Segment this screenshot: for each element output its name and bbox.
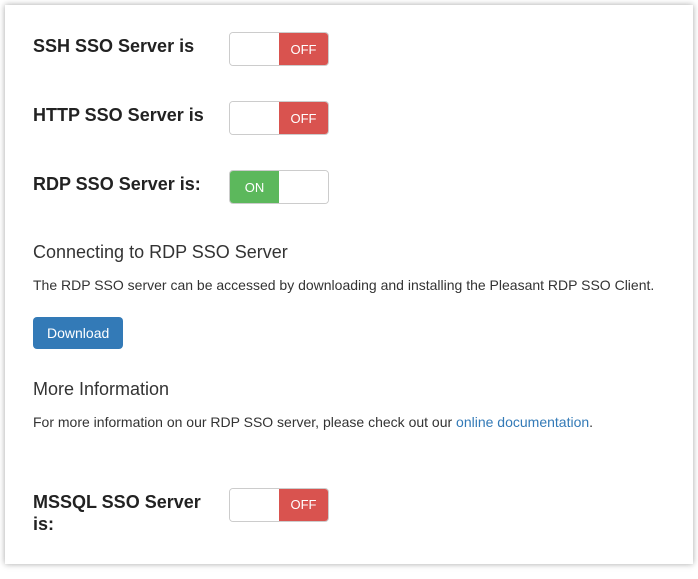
- ssh-sso-toggle[interactable]: OFF: [229, 32, 329, 66]
- rdp-sso-row: RDP SSO Server is: ON: [33, 173, 665, 204]
- toggle-blank: [279, 171, 328, 203]
- ssh-sso-label: SSH SSO Server is: [33, 35, 229, 58]
- rdp-more-title: More Information: [33, 379, 665, 400]
- toggle-blank: [230, 102, 279, 134]
- rdp-more-prefix: For more information on our RDP SSO serv…: [33, 414, 456, 430]
- sso-settings-panel: SSH SSO Server is OFF HTTP SSO Server is…: [5, 5, 693, 564]
- rdp-sso-toggle[interactable]: ON: [229, 170, 329, 204]
- rdp-connect-text: The RDP SSO server can be accessed by do…: [33, 275, 665, 295]
- toggle-on-label: ON: [230, 171, 279, 203]
- mssql-sso-row: MSSQL SSO Server is: OFF: [33, 491, 665, 536]
- toggle-off-label: OFF: [279, 489, 328, 521]
- http-sso-label: HTTP SSO Server is: [33, 104, 229, 127]
- ssh-sso-row: SSH SSO Server is OFF: [33, 35, 665, 66]
- spacer: [33, 455, 665, 491]
- mssql-sso-label: MSSQL SSO Server is:: [33, 491, 229, 536]
- rdp-more-suffix: .: [589, 414, 593, 430]
- rdp-more-text: For more information on our RDP SSO serv…: [33, 412, 665, 432]
- online-documentation-link[interactable]: online documentation: [456, 414, 589, 430]
- http-sso-row: HTTP SSO Server is OFF: [33, 104, 665, 135]
- rdp-connect-title: Connecting to RDP SSO Server: [33, 242, 665, 263]
- rdp-connect-section: Connecting to RDP SSO Server The RDP SSO…: [33, 242, 665, 433]
- toggle-blank: [230, 33, 279, 65]
- toggle-off-label: OFF: [279, 33, 328, 65]
- http-sso-toggle[interactable]: OFF: [229, 101, 329, 135]
- mssql-sso-toggle[interactable]: OFF: [229, 488, 329, 522]
- toggle-blank: [230, 489, 279, 521]
- download-button[interactable]: Download: [33, 317, 123, 349]
- toggle-off-label: OFF: [279, 102, 328, 134]
- rdp-sso-label: RDP SSO Server is:: [33, 173, 229, 196]
